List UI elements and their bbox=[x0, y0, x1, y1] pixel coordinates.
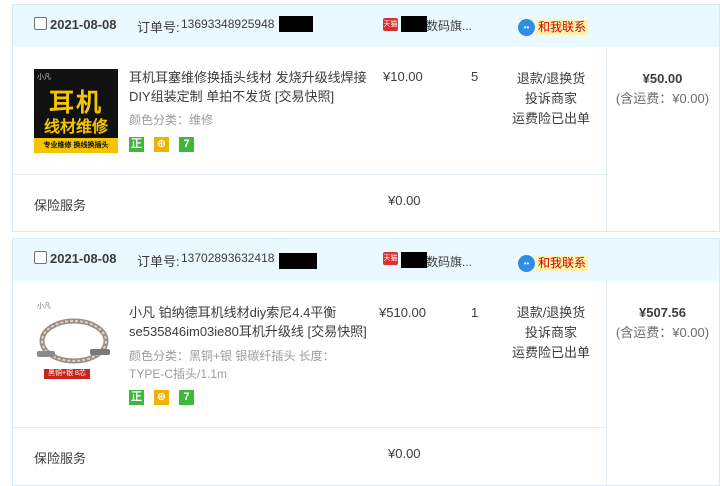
product-thumbnail[interactable]: 小凡 耳机 线材维修 专业维修 换线换插头 bbox=[34, 69, 118, 153]
shop-name-link[interactable]: 数码旗... bbox=[426, 17, 472, 34]
order-date: 2021-08-08 bbox=[50, 17, 117, 32]
total-amount: ¥50.00 bbox=[642, 71, 683, 86]
shipping-insurance-link[interactable]: 运费险已出单 bbox=[498, 343, 604, 363]
order-number-label: 订单号: bbox=[137, 20, 180, 35]
complain-link[interactable]: 投诉商家 bbox=[498, 323, 604, 343]
product-attributes: 颜色分类：维修 bbox=[129, 113, 214, 127]
redacted-block bbox=[279, 253, 317, 269]
chat-icon: •• bbox=[518, 255, 535, 272]
refund-link[interactable]: 退款/退换货 bbox=[498, 303, 604, 323]
order-number-label: 订单号: bbox=[137, 254, 180, 269]
shop-name-link[interactable]: 数码旗... bbox=[426, 253, 472, 270]
order-actions: 退款/退换货 投诉商家 运费险已出单 bbox=[498, 303, 604, 363]
order-actions: 退款/退换货 投诉商家 运费险已出单 bbox=[498, 69, 604, 129]
chat-icon: •• bbox=[518, 19, 535, 36]
shipping-fee: (含运费：¥0.00) bbox=[615, 91, 710, 106]
divider bbox=[13, 174, 606, 175]
guarantee-icon[interactable]: ⊕ bbox=[154, 390, 169, 405]
seven-day-return-icon[interactable]: 7 bbox=[179, 390, 194, 405]
divider bbox=[13, 427, 606, 428]
insurance-service-label: 保险服务 bbox=[34, 198, 87, 213]
contact-seller-label: 和我联系 bbox=[536, 20, 589, 35]
order-total: ¥507.56 (含运费：¥0.00) bbox=[606, 303, 719, 343]
thumb-bar: 专业维修 换线换插头 bbox=[34, 138, 118, 153]
insurance-service-price: ¥0.00 bbox=[388, 193, 421, 208]
thumb-brand: 小凡 bbox=[37, 303, 51, 310]
quantity: 5 bbox=[471, 69, 479, 84]
order-header: 2021-08-08 订单号: 13702893632418 天猫 数码旗...… bbox=[13, 239, 719, 281]
insurance-service-price: ¥0.00 bbox=[388, 446, 421, 461]
tmall-icon: 天猫 bbox=[383, 252, 398, 265]
redacted-block bbox=[401, 252, 427, 268]
order-card: 2021-08-08 订单号: 13702893632418 天猫 数码旗...… bbox=[12, 238, 720, 486]
order-card: 2021-08-08 订单号: 13693348925948 天猫 数码旗...… bbox=[12, 4, 720, 232]
order-total: ¥50.00 (含运费：¥0.00) bbox=[606, 69, 719, 109]
order-checkbox[interactable] bbox=[34, 251, 47, 264]
thumb-brand: 小凡 bbox=[37, 74, 51, 81]
total-amount: ¥507.56 bbox=[639, 305, 686, 320]
redacted-block bbox=[279, 16, 313, 32]
order-number: 13702893632418 bbox=[181, 251, 275, 265]
order-checkbox[interactable] bbox=[34, 17, 47, 30]
shipping-fee: (含运费：¥0.00) bbox=[615, 325, 710, 340]
complain-link[interactable]: 投诉商家 bbox=[498, 89, 604, 109]
product-title-link[interactable]: 小凡 铂纳德耳机线材diy索尼4.4平衡se535846im03ie80耳机升级… bbox=[129, 303, 369, 341]
unit-price: ¥510.00 bbox=[379, 305, 426, 320]
contact-seller-label: 和我联系 bbox=[536, 256, 589, 271]
order-date: 2021-08-08 bbox=[50, 251, 117, 266]
product-attributes: 颜色分类：黑铜+银 银碳纤插头 长度：TYPE-C插头/1.1m bbox=[129, 349, 335, 381]
quantity: 1 bbox=[471, 305, 479, 320]
tmall-icon: 天猫 bbox=[383, 18, 398, 31]
genuine-icon[interactable]: 正 bbox=[129, 137, 144, 152]
unit-price: ¥10.00 bbox=[383, 69, 423, 84]
thumb-caption: 黑铜+银 8芯 bbox=[44, 369, 90, 379]
seven-day-return-icon[interactable]: 7 bbox=[179, 137, 194, 152]
product-title-link[interactable]: 耳机耳塞维修换插头线材 发烧升级线焊接DIY组装定制 单拍不发货 [交易快照] bbox=[129, 68, 369, 106]
refund-link[interactable]: 退款/退换货 bbox=[498, 69, 604, 89]
thumb-line2: 线材维修 bbox=[43, 119, 108, 136]
genuine-icon[interactable]: 正 bbox=[129, 390, 144, 405]
guarantee-icon[interactable]: ⊕ bbox=[154, 137, 169, 152]
shipping-insurance-link[interactable]: 运费险已出单 bbox=[498, 109, 604, 129]
order-header: 2021-08-08 订单号: 13693348925948 天猫 数码旗...… bbox=[13, 5, 719, 47]
product-thumbnail[interactable]: 小凡 黑铜+银 8芯 bbox=[34, 299, 118, 383]
order-number: 13693348925948 bbox=[181, 17, 275, 31]
redacted-block bbox=[401, 16, 427, 32]
insurance-service-label: 保险服务 bbox=[34, 451, 87, 466]
